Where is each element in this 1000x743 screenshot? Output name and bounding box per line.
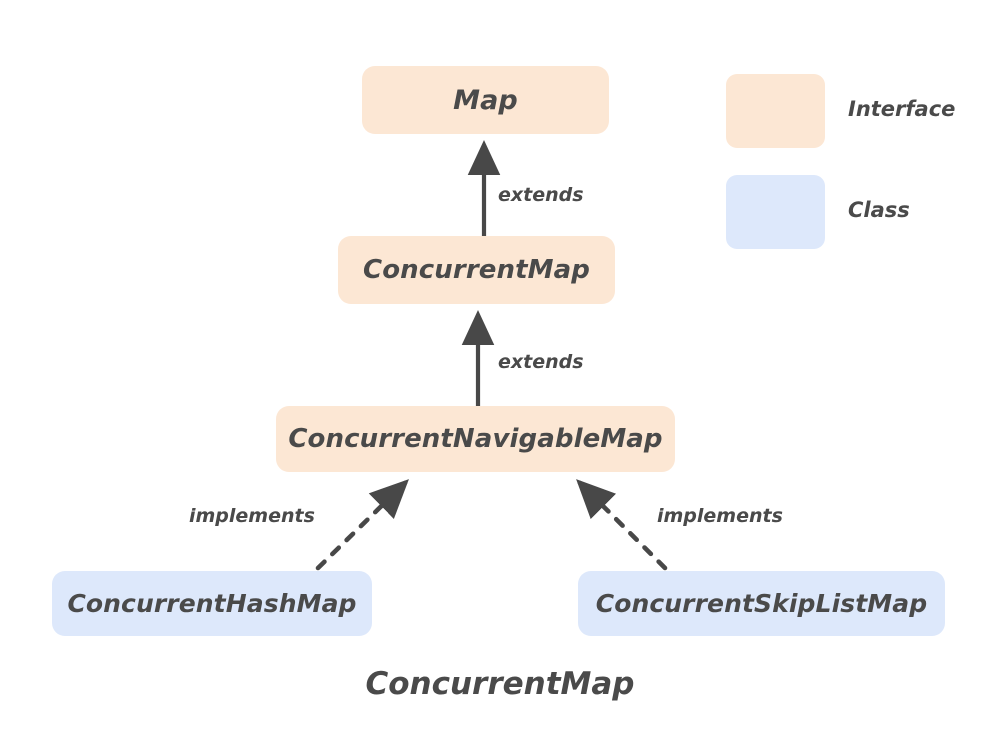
edge-label-implements-right: implements bbox=[657, 505, 783, 527]
class-diagram: Map ConcurrentMap ConcurrentNavigableMap… bbox=[0, 0, 1000, 743]
edge-label-implements-left: implements bbox=[189, 505, 315, 527]
legend-swatch-interface bbox=[726, 74, 825, 148]
legend-label-class: Class bbox=[848, 198, 910, 222]
node-concurrent-map[interactable]: ConcurrentMap bbox=[338, 236, 615, 304]
node-concurrent-skip-list-map-label: ConcurrentSkipListMap bbox=[595, 589, 928, 618]
edge-label-extends-map: extends bbox=[498, 184, 584, 206]
legend-swatch-class bbox=[726, 175, 825, 249]
edge-concurrenthashmap-implements-concurrentnavigablemap bbox=[315, 479, 409, 571]
edge-label-extends-concurrentmap: extends bbox=[498, 351, 584, 373]
edge-concurrentskiplistmap-implements-concurrentnavigablemap bbox=[576, 479, 668, 571]
node-concurrent-navigable-map-label: ConcurrentNavigableMap bbox=[288, 424, 663, 454]
node-concurrent-navigable-map[interactable]: ConcurrentNavigableMap bbox=[276, 406, 675, 472]
node-concurrent-hash-map[interactable]: ConcurrentHashMap bbox=[52, 571, 372, 636]
node-concurrent-hash-map-label: ConcurrentHashMap bbox=[67, 589, 357, 618]
node-concurrent-map-label: ConcurrentMap bbox=[363, 255, 590, 285]
legend-label-interface: Interface bbox=[848, 97, 956, 121]
node-concurrent-skip-list-map[interactable]: ConcurrentSkipListMap bbox=[578, 571, 945, 636]
node-map-label: Map bbox=[453, 84, 518, 116]
node-map[interactable]: Map bbox=[362, 66, 609, 134]
diagram-caption: ConcurrentMap bbox=[365, 666, 635, 702]
